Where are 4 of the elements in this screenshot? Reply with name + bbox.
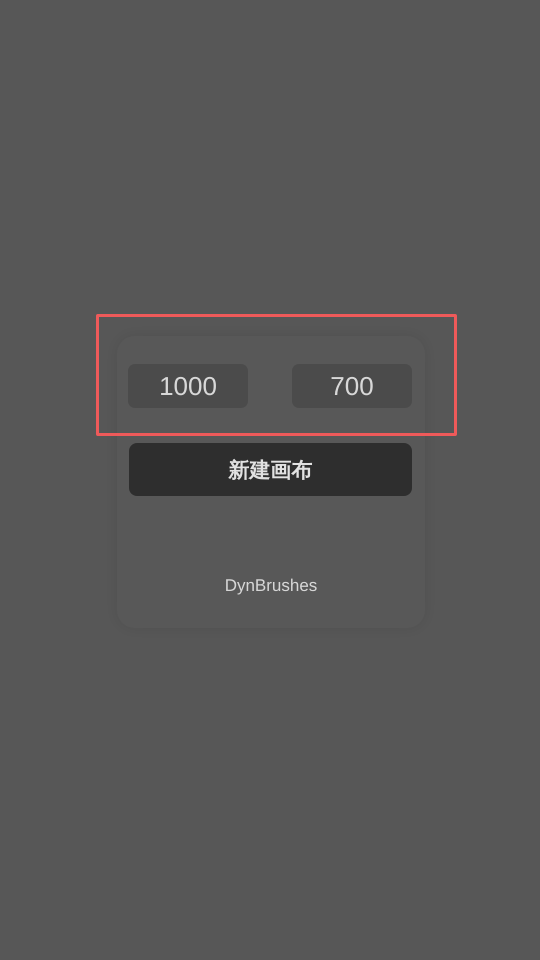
app-name: DynBrushes [224,576,318,596]
height-field[interactable]: 700 [292,364,412,408]
width-field[interactable]: 1000 [128,364,248,408]
create-canvas-button[interactable]: 新建画布 [129,443,412,496]
